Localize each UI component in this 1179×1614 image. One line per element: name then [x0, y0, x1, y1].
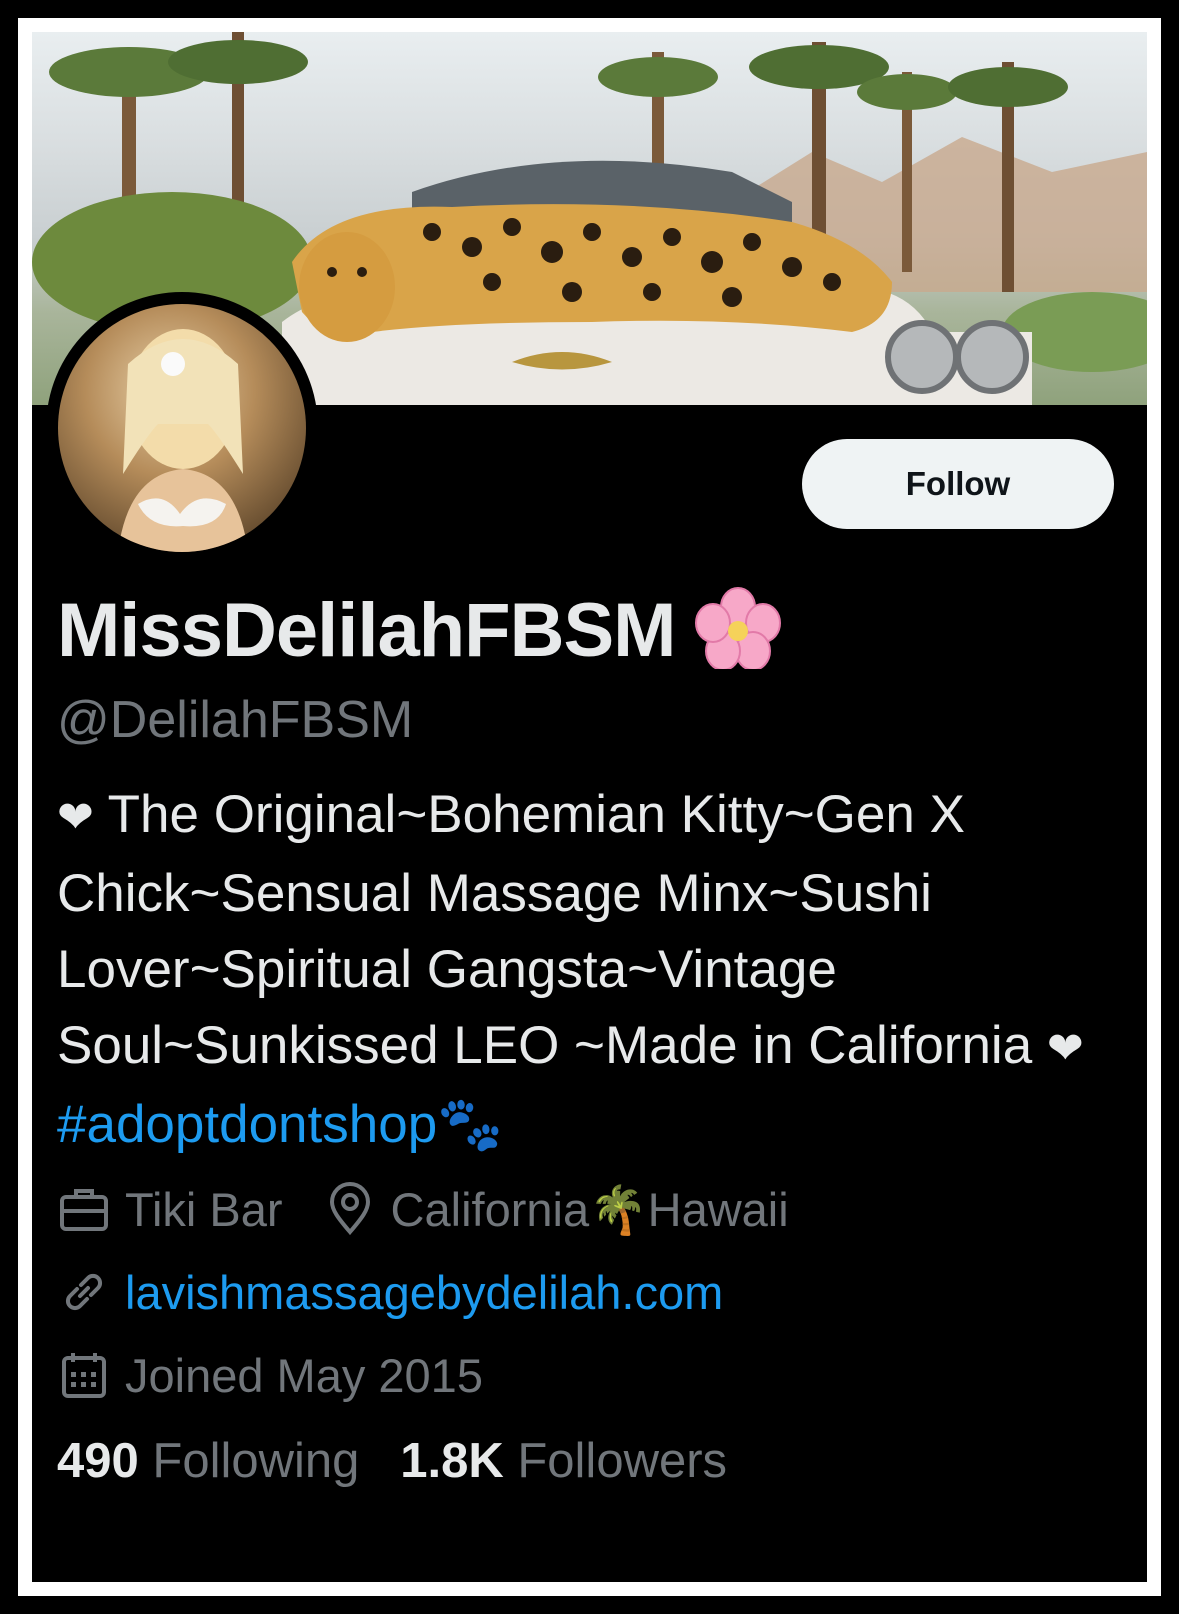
followers-label: Followers	[517, 1434, 728, 1488]
followers-link[interactable]: 1.8K Followers	[400, 1434, 727, 1488]
profile-bio: ❤ The Original~Bohemian Kitty~Gen X Chic…	[57, 777, 1117, 1163]
profile-meta-row: Tiki Bar California 🌴 Hawaii	[57, 1182, 789, 1236]
white-frame: Follow MissDelilahFBSM @DelilahFBSM ❤ Th…	[18, 18, 1161, 1596]
bio-text: The Original~Bohemian Kitty~Gen X Chick~…	[57, 785, 1047, 1075]
following-count: 490	[57, 1434, 139, 1488]
location-pin-icon	[323, 1182, 377, 1236]
website-row: lavishmassagebydelilah.com	[57, 1265, 723, 1319]
username-handle: @DelilahFBSM	[57, 691, 414, 749]
location-text-2: Hawaii	[647, 1182, 789, 1236]
profile-avatar[interactable]	[46, 292, 318, 564]
palm-tree-icon: 🌴	[589, 1182, 648, 1236]
following-label: Following	[152, 1434, 360, 1488]
following-link[interactable]: 490 Following	[57, 1434, 359, 1488]
joined-date: Joined May 2015	[125, 1348, 483, 1402]
avatar-photo	[58, 304, 306, 552]
joined-row: Joined May 2015	[57, 1348, 483, 1402]
hashtag-link[interactable]: #adoptdontshop	[57, 1095, 437, 1154]
follow-button[interactable]: Follow	[802, 439, 1114, 529]
followers-count: 1.8K	[400, 1434, 504, 1488]
cherry-blossom-icon	[693, 587, 783, 674]
display-name: MissDelilahFBSM	[57, 587, 676, 673]
briefcase-icon	[57, 1182, 111, 1236]
profession-text: Tiki Bar	[125, 1182, 283, 1236]
calendar-icon	[57, 1348, 111, 1402]
display-name-row: MissDelilahFBSM	[57, 587, 783, 674]
heart-icon: ❤	[57, 793, 94, 842]
location-text: California	[390, 1182, 590, 1236]
website-link[interactable]: lavishmassagebydelilah.com	[125, 1269, 723, 1316]
paw-prints-icon: 🐾	[437, 1095, 504, 1154]
heart-icon: ❤	[1046, 1024, 1084, 1073]
follow-stats: 490 Following 1.8K Followers	[57, 1437, 727, 1486]
profile-card: Follow MissDelilahFBSM @DelilahFBSM ❤ Th…	[32, 32, 1147, 1582]
link-icon	[57, 1265, 111, 1319]
